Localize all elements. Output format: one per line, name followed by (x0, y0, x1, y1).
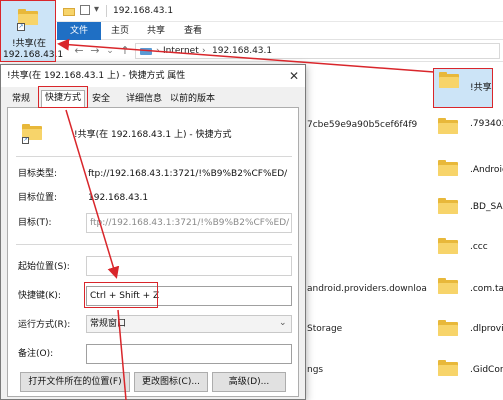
divider (16, 244, 292, 245)
start-in-label: 起始位置(S): (18, 262, 70, 272)
annotation-box-hotkey (84, 282, 158, 308)
open-file-location-button[interactable]: 打开文件所在的位置(F) (20, 372, 130, 392)
explorer-titlebar (0, 0, 503, 22)
file-name[interactable]: ngs (307, 365, 323, 375)
run-select[interactable]: 常规窗口 ⌄ (86, 315, 292, 333)
folder-icon (438, 238, 458, 254)
file-name[interactable]: .com.tao (470, 284, 503, 294)
file-name[interactable]: .GidCont (470, 365, 503, 375)
checkbox-icon[interactable] (80, 5, 90, 15)
chevron-down-icon: ⌄ (279, 318, 287, 328)
window-title: 192.168.43.1 (113, 6, 174, 16)
file-name[interactable]: android.providers.downloa (307, 284, 427, 294)
network-icon (140, 46, 152, 56)
tab-details[interactable]: 详细信息 (123, 92, 165, 107)
annotation-box-folder (433, 68, 493, 108)
ribbon-tab-home[interactable]: 主页 (111, 22, 129, 40)
file-name[interactable]: 7cbe59e9a90b5cef6f4f9 (307, 120, 417, 130)
folder-icon (438, 278, 458, 294)
file-name[interactable]: .Android (470, 165, 503, 175)
comment-label: 备注(O): (18, 349, 54, 359)
tab-security[interactable]: 安全 (89, 92, 113, 107)
breadcrumb-separator: › (202, 46, 206, 56)
file-name[interactable]: .ccc (470, 242, 488, 252)
tab-previous-versions[interactable]: 以前的版本 (167, 92, 218, 107)
breadcrumb-host[interactable]: 192.168.43.1 (212, 44, 272, 58)
shortcut-panel: ↗ !共享(在 192.168.43.1 上) - 快捷方式 目标类型: ftp… (7, 107, 299, 397)
ribbon-tab-file[interactable]: 文件 (57, 22, 101, 40)
folder-icon (438, 198, 458, 214)
address-bar[interactable]: › Internet › 192.168.43.1 (135, 43, 500, 59)
shortcut-name: !共享(在 192.168.43.1 上) - 快捷方式 (74, 130, 232, 140)
file-name[interactable]: .7934034 (470, 119, 503, 129)
folder-icon (438, 360, 458, 376)
titlebar-separator (106, 5, 107, 17)
start-in-field[interactable] (86, 256, 292, 276)
advanced-button[interactable]: 高级(D)... (212, 372, 286, 392)
target-type-value: ftp://192.168.43.1:3721/!%B9%B2%CF%ED/ (88, 169, 288, 179)
comment-field[interactable] (86, 344, 292, 364)
annotation-box-thumb (0, 0, 56, 62)
back-arrow-icon[interactable]: ← (72, 44, 86, 58)
up-arrow-icon[interactable]: ↑ (118, 44, 132, 58)
close-icon[interactable]: ✕ (283, 65, 305, 87)
change-icon-button[interactable]: 更改图标(C)... (134, 372, 208, 392)
history-chevron-icon[interactable]: ⌄ (103, 44, 117, 58)
ribbon-tab-view[interactable]: 查看 (184, 22, 202, 40)
target-field[interactable]: ftp://192.168.43.1:3721/!%B9%B2%CF%ED/ (86, 213, 292, 233)
ribbon-tab-share[interactable]: 共享 (147, 22, 165, 40)
annotation-box-shortcut-tab (38, 86, 88, 108)
tab-general[interactable]: 常规 (9, 92, 33, 107)
target-location-label: 目标位置: (18, 193, 58, 203)
folder-icon (438, 160, 458, 176)
breadcrumb-separator: › (156, 46, 160, 56)
hotkey-label: 快捷键(K): (18, 291, 61, 301)
qat-dropdown-icon[interactable]: ▾ (94, 4, 99, 15)
dialog-title: !共享(在 192.168.43.1 上) - 快捷方式 属性 (1, 65, 305, 87)
file-name[interactable]: .dlprovid (470, 324, 503, 334)
run-label: 运行方式(R): (18, 320, 71, 330)
breadcrumb-internet[interactable]: Internet (163, 44, 199, 58)
target-label: 目标(T): (18, 218, 52, 228)
target-location-value: 192.168.43.1 (88, 193, 149, 203)
file-name[interactable]: Storage (307, 324, 342, 334)
target-field-value: ftp://192.168.43.1:3721/!%B9%B2%CF%ED/ (90, 218, 290, 228)
properties-dialog: !共享(在 192.168.43.1 上) - 快捷方式 属性 ✕ 常规 快捷方… (0, 64, 306, 400)
target-type-label: 目标类型: (18, 169, 58, 179)
folder-icon (438, 118, 458, 134)
forward-arrow-icon[interactable]: → (88, 44, 102, 58)
file-name[interactable]: .BD_SAF (470, 202, 503, 212)
folder-icon (438, 320, 458, 336)
folder-small-icon (63, 6, 75, 16)
run-value: 常规窗口 (90, 319, 127, 329)
divider (16, 156, 292, 157)
shortcut-arrow-icon: ↗ (22, 137, 29, 144)
